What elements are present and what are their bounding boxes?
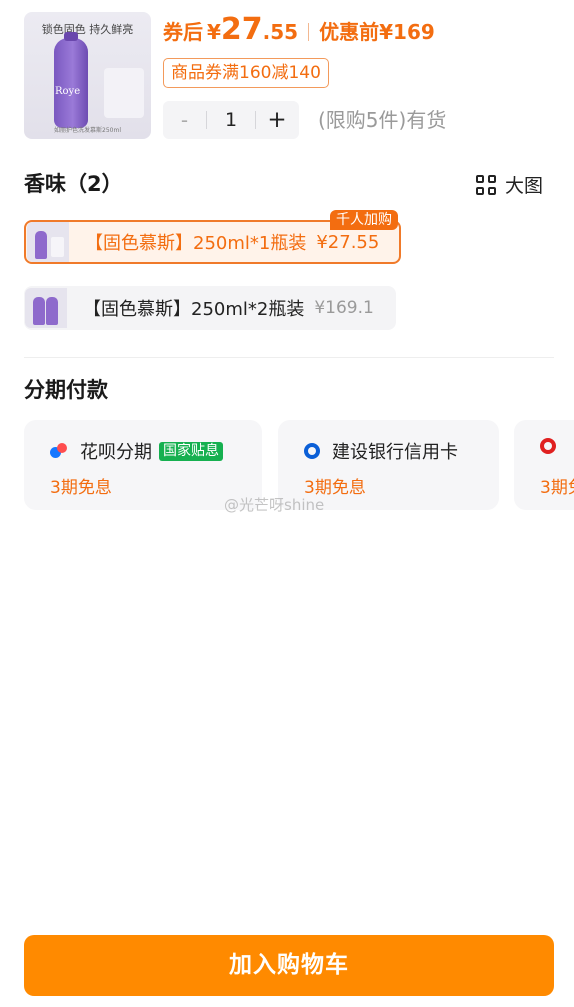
product-caption: 如丽护色洗发慕斯250ml bbox=[54, 127, 121, 134]
cmb-icon bbox=[540, 438, 556, 454]
currency-symbol: ¥ bbox=[207, 20, 221, 44]
add-to-cart-button[interactable]: 加入购物车 bbox=[24, 935, 554, 996]
product-image[interactable]: 锁色固色 持久鲜亮 Roye 如丽护色洗发慕斯250ml bbox=[24, 12, 151, 139]
huabei-icon bbox=[50, 443, 68, 459]
bigview-button[interactable]: 大图 bbox=[476, 171, 543, 198]
price-before: 优惠前¥169 bbox=[319, 20, 435, 44]
installment-name: 花呗分期 bbox=[80, 442, 152, 463]
installment-name: 建设银行信用卡 bbox=[332, 442, 458, 463]
product-brand: Roye bbox=[55, 86, 81, 97]
bigview-label: 大图 bbox=[505, 175, 544, 197]
installment-terms: 3期免息 bbox=[540, 478, 574, 498]
product-slogan: 锁色固色 持久鲜亮 bbox=[41, 23, 134, 36]
decrease-button[interactable]: - bbox=[163, 108, 206, 132]
package-graphic bbox=[104, 68, 144, 118]
increase-button[interactable]: + bbox=[256, 107, 298, 133]
option-thumbnail bbox=[27, 222, 69, 262]
price-after-decimal: .55 bbox=[262, 20, 299, 44]
option-thumbnail bbox=[25, 288, 67, 328]
section-divider bbox=[24, 357, 554, 358]
option-name: 【固色慕斯】250ml*1瓶装 bbox=[85, 233, 307, 254]
option-name: 【固色慕斯】250ml*2瓶装 bbox=[83, 299, 305, 320]
option-price: ¥27.55 bbox=[316, 231, 380, 253]
installment-terms: 3期免息 bbox=[50, 478, 112, 498]
ccb-icon bbox=[304, 443, 320, 459]
subsidy-badge: 国家贴息 bbox=[159, 441, 223, 461]
option-price: ¥169.1 bbox=[314, 298, 374, 318]
bottle-graphic bbox=[54, 32, 88, 128]
grid-icon bbox=[476, 174, 496, 195]
quantity-input[interactable]: 1 bbox=[207, 109, 255, 131]
installment-title: 分期付款 bbox=[24, 378, 108, 402]
scent-title: 香味（2） bbox=[24, 172, 123, 196]
popular-tag: 千人加购 bbox=[330, 210, 398, 230]
stock-status: (限购5件)有货 bbox=[318, 108, 447, 132]
price-after-integer: 27 bbox=[220, 12, 263, 47]
scent-option-2[interactable]: 【固色慕斯】250ml*2瓶装 ¥169.1 bbox=[24, 286, 396, 330]
watermark: @光芒呀shine bbox=[224, 496, 325, 514]
coupon-badge[interactable]: 商品券满160减140 bbox=[163, 58, 329, 88]
price-divider bbox=[308, 23, 310, 41]
quantity-stepper: - 1 + bbox=[163, 101, 299, 139]
price-row: 券后 ¥ 27 .55 优惠前¥169 bbox=[163, 12, 435, 52]
price-after-label: 券后 bbox=[163, 20, 203, 44]
installment-card-cmb[interactable]: 3期免息 bbox=[514, 420, 574, 510]
